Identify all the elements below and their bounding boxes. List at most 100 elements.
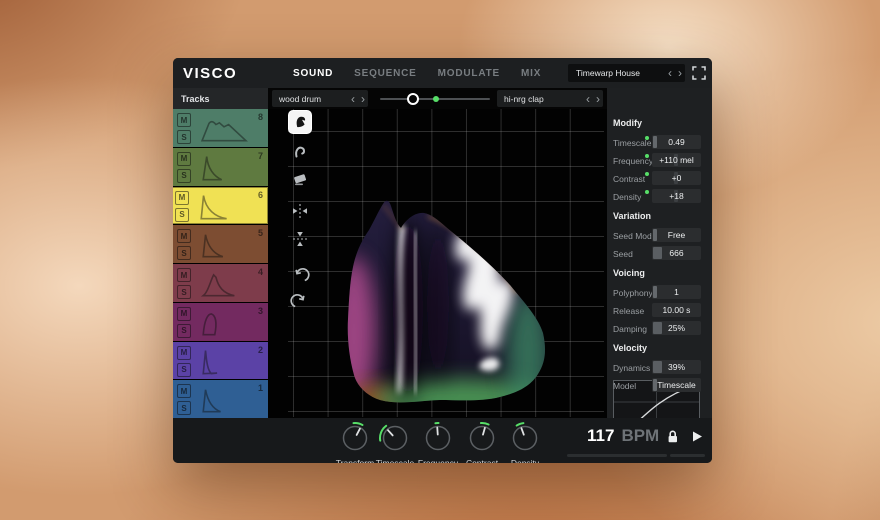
track-row[interactable]: MS8 — [173, 109, 268, 147]
draw-tool[interactable] — [289, 111, 311, 133]
knob-dial[interactable] — [508, 421, 542, 455]
param-label: Damping — [613, 324, 647, 334]
param-value-text: Timescale — [657, 380, 695, 390]
param-value-model[interactable]: Timescale — [652, 378, 701, 392]
preset-selector[interactable]: Timewarp House ‹ › — [568, 64, 685, 82]
solo-button[interactable]: S — [177, 363, 191, 377]
drag-handle[interactable] — [653, 247, 662, 259]
spectral-blob[interactable] — [288, 109, 604, 417]
editor-canvas[interactable] — [268, 109, 607, 418]
undo-button-icon — [290, 267, 310, 287]
mute-button[interactable]: M — [177, 229, 191, 243]
param-label: Model — [613, 381, 636, 391]
solo-button[interactable]: S — [177, 285, 191, 299]
param-value-text: 666 — [669, 248, 683, 258]
eraser-tool-icon — [290, 168, 310, 188]
mute-button[interactable]: M — [177, 384, 191, 398]
tab-sound[interactable]: SOUND — [293, 68, 333, 79]
solo-button[interactable]: S — [177, 169, 191, 183]
smudge-tool[interactable] — [289, 141, 311, 163]
drag-handle[interactable] — [653, 322, 662, 334]
drag-handle[interactable] — [653, 136, 657, 148]
tab-mix[interactable]: MIX — [521, 68, 541, 79]
param-value-text: 25% — [668, 323, 685, 333]
preset-next-button[interactable]: › — [675, 67, 685, 79]
param-label: Dynamics — [613, 363, 650, 373]
mute-button[interactable]: M — [177, 307, 191, 321]
bpm-display[interactable]: 117 BPM — [587, 426, 703, 446]
eraser-tool[interactable] — [289, 167, 311, 189]
modulation-indicator-dot — [645, 136, 649, 140]
tab-modulate[interactable]: MODULATE — [438, 68, 500, 79]
param-value-seed-mode[interactable]: Free — [652, 228, 701, 242]
drag-handle[interactable] — [653, 286, 657, 298]
mute-button[interactable]: M — [177, 268, 191, 282]
flip-horizontal-tool[interactable] — [289, 200, 311, 222]
track-row[interactable]: MS4 — [173, 264, 268, 302]
track-row[interactable]: MS 6 — [173, 187, 268, 225]
solo-button[interactable]: S — [177, 401, 191, 415]
meter-bar-left[interactable] — [567, 454, 667, 457]
track-number: 6 — [258, 190, 263, 200]
mute-button[interactable]: M — [177, 113, 191, 127]
lock-icon[interactable] — [666, 429, 680, 444]
drag-handle[interactable] — [653, 229, 657, 241]
param-value-release[interactable]: 10.00 s — [652, 303, 701, 317]
mute-button[interactable]: M — [177, 346, 191, 360]
sample-left-prev-button[interactable]: ‹ — [348, 93, 358, 105]
solo-button[interactable]: S — [177, 246, 191, 260]
tab-sequence[interactable]: SEQUENCE — [354, 68, 417, 79]
undo-button[interactable] — [289, 266, 311, 288]
track-number: 1 — [258, 383, 263, 393]
param-value-text: +18 — [669, 191, 683, 201]
param-label: Contrast — [613, 174, 645, 184]
param-value-frequency[interactable]: +110 mel — [652, 153, 701, 167]
param-label: Release — [613, 306, 644, 316]
mute-button[interactable]: M — [175, 191, 189, 205]
sample-right-next-button[interactable]: › — [593, 93, 603, 105]
morph-slider-handle[interactable] — [407, 93, 419, 105]
knob-density[interactable]: Density — [493, 421, 557, 463]
sample-right-name: hi-nrg clap — [497, 94, 583, 104]
solo-button[interactable]: S — [175, 208, 189, 222]
modulation-indicator-dot — [645, 190, 649, 194]
flip-vertical-tool[interactable] — [289, 228, 311, 250]
sample-right-prev-button[interactable]: ‹ — [583, 93, 593, 105]
mute-button[interactable]: M — [177, 152, 191, 166]
header: VISCO SOUND SEQUENCE MODULATE MIX Timewarp … — [173, 58, 712, 88]
param-value-damping[interactable]: 25% — [652, 321, 701, 335]
redo-button-icon — [290, 293, 310, 313]
meter-bar-right[interactable] — [670, 454, 705, 457]
param-value-text: 0.49 — [668, 137, 685, 147]
sample-select-left[interactable]: wood drum ‹ › — [272, 90, 368, 107]
param-value-density[interactable]: +18 — [652, 189, 701, 203]
play-button[interactable] — [691, 430, 703, 443]
solo-button[interactable]: S — [177, 130, 191, 144]
param-value-dynamics[interactable]: 39% — [652, 360, 701, 374]
param-value-polyphony[interactable]: 1 — [652, 285, 701, 299]
track-number: 3 — [258, 306, 263, 316]
param-label: Density — [613, 192, 641, 202]
param-value-timescale[interactable]: 0.49 — [652, 135, 701, 149]
param-value-seed[interactable]: 666 — [652, 246, 701, 260]
bpm-unit: BPM — [621, 426, 659, 446]
app-logo: VISCO — [183, 65, 237, 82]
drag-handle[interactable] — [653, 361, 662, 373]
bpm-value[interactable]: 117 — [587, 426, 614, 446]
track-waveform — [193, 152, 255, 182]
sample-select-right[interactable]: hi-nrg clap ‹ › — [497, 90, 603, 107]
track-row[interactable]: MS5 — [173, 225, 268, 263]
redo-button[interactable] — [289, 292, 311, 314]
canvas-grid[interactable] — [288, 109, 604, 417]
sample-bar: wood drum ‹ › hi-nrg clap ‹ › — [268, 88, 607, 109]
solo-button[interactable]: S — [177, 324, 191, 338]
param-value-text: 39% — [668, 362, 685, 372]
fullscreen-icon[interactable] — [691, 65, 707, 81]
track-row[interactable]: MS7 — [173, 148, 268, 186]
track-row[interactable]: MS2 — [173, 342, 268, 380]
param-value-contrast[interactable]: +0 — [652, 171, 701, 185]
track-row[interactable]: MS 3 — [173, 303, 268, 341]
track-row[interactable]: MS 1 — [173, 380, 268, 418]
preset-prev-button[interactable]: ‹ — [665, 67, 675, 79]
sample-left-next-button[interactable]: › — [358, 93, 368, 105]
